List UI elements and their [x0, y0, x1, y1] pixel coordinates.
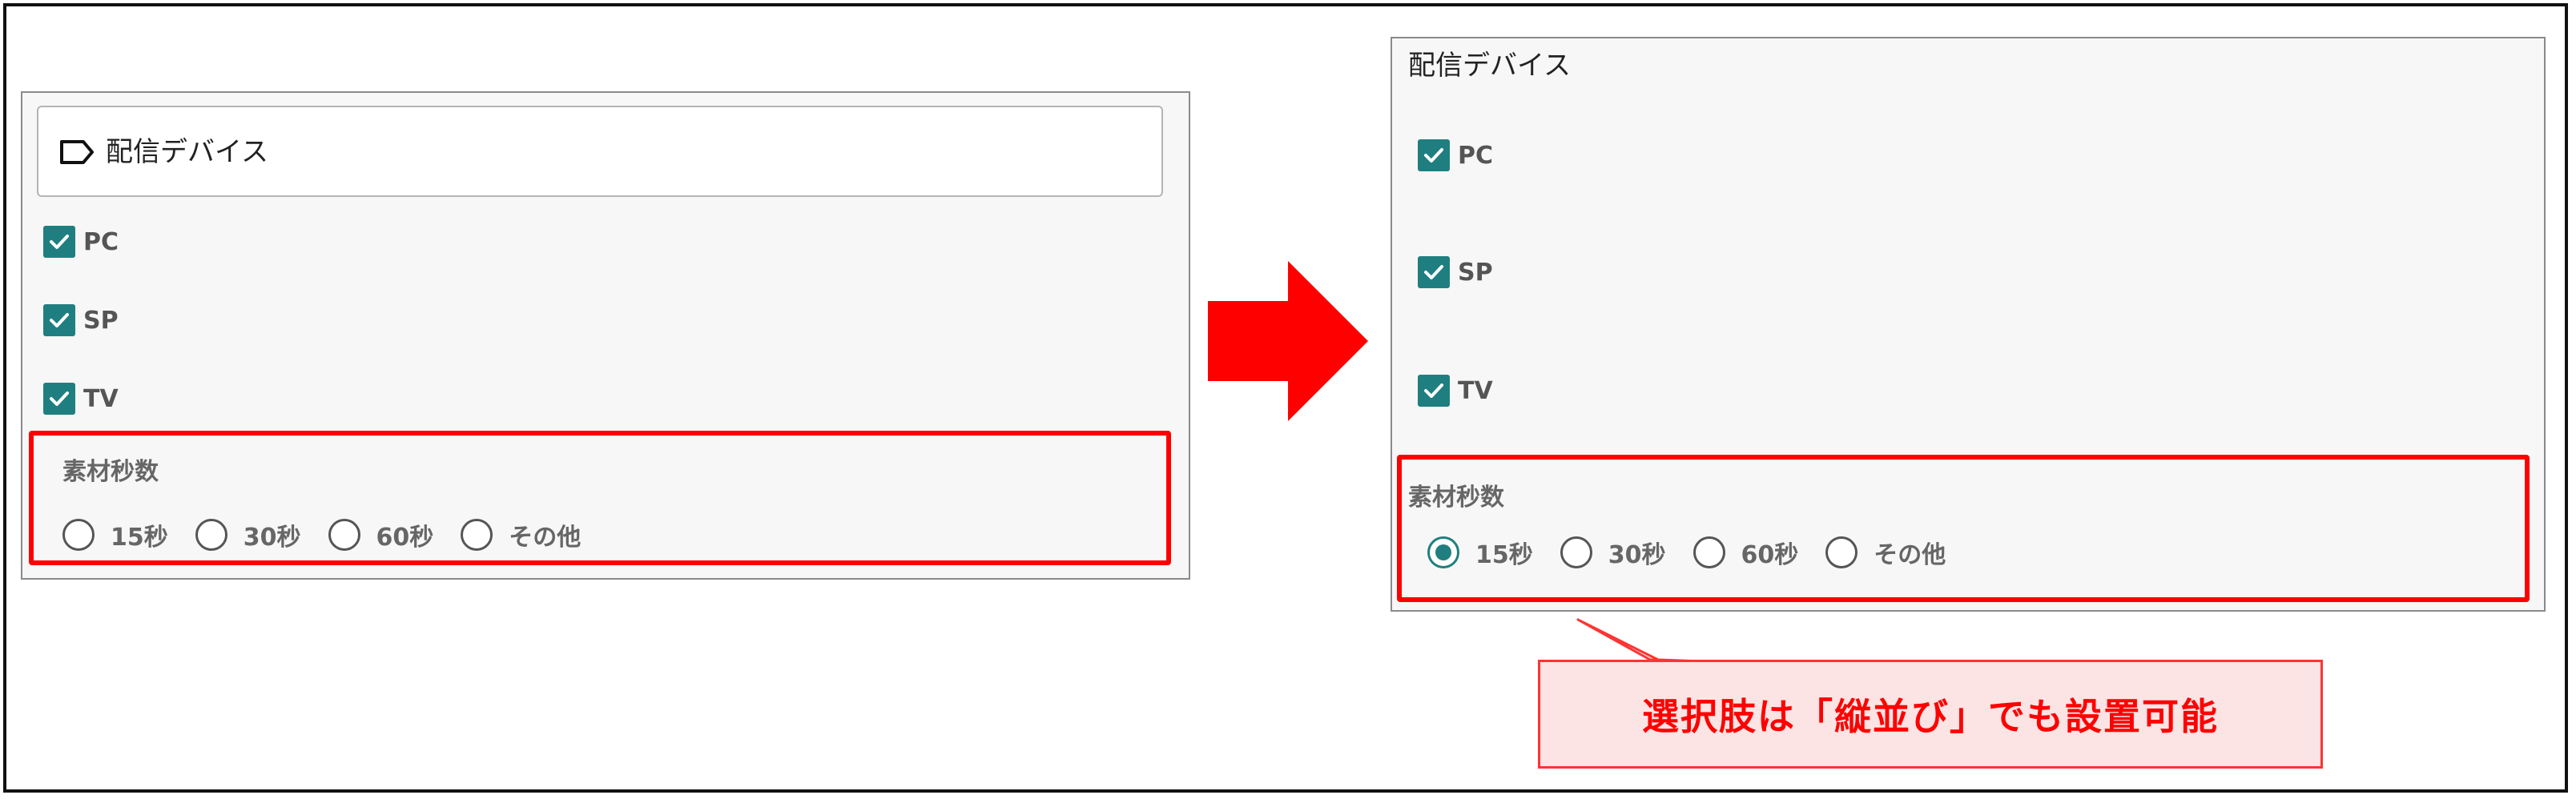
checkbox-checked-icon[interactable] — [43, 304, 75, 336]
checkbox-pc[interactable]: PC — [43, 226, 119, 258]
checkbox-label: PC — [1458, 141, 1494, 170]
checkbox-label: SP — [1458, 258, 1493, 287]
device-section-title: 配信デバイス — [106, 136, 268, 168]
checkbox-label: SP — [83, 306, 119, 335]
checkbox-tv[interactable]: TV — [43, 383, 119, 415]
checkbox-tv[interactable]: TV — [1418, 375, 1493, 407]
checkbox-label: TV — [1458, 376, 1493, 405]
callout-box: 選択肢は「縦並び」でも設置可能 — [1538, 660, 2323, 769]
checkbox-checked-icon[interactable] — [1418, 139, 1450, 171]
checkbox-checked-icon[interactable] — [43, 226, 75, 258]
checkbox-sp[interactable]: SP — [1418, 256, 1493, 288]
checkbox-sp[interactable]: SP — [43, 304, 119, 336]
device-section-header: 配信デバイス — [37, 106, 1163, 197]
right-arrow-icon — [1208, 261, 1368, 421]
label-tag-icon — [60, 140, 94, 164]
callout-text: 選択肢は「縦並び」でも設置可能 — [1642, 695, 2219, 738]
duration-highlight-box-before — [29, 431, 1171, 565]
checkbox-pc[interactable]: PC — [1418, 139, 1493, 171]
device-section-title: 配信デバイス — [1408, 50, 1571, 82]
checkbox-label: PC — [83, 227, 119, 256]
checkbox-checked-icon[interactable] — [1418, 375, 1450, 407]
checkbox-label: TV — [83, 384, 119, 413]
checkbox-checked-icon[interactable] — [43, 383, 75, 415]
checkbox-checked-icon[interactable] — [1418, 256, 1450, 288]
duration-highlight-box-after — [1397, 455, 2530, 602]
